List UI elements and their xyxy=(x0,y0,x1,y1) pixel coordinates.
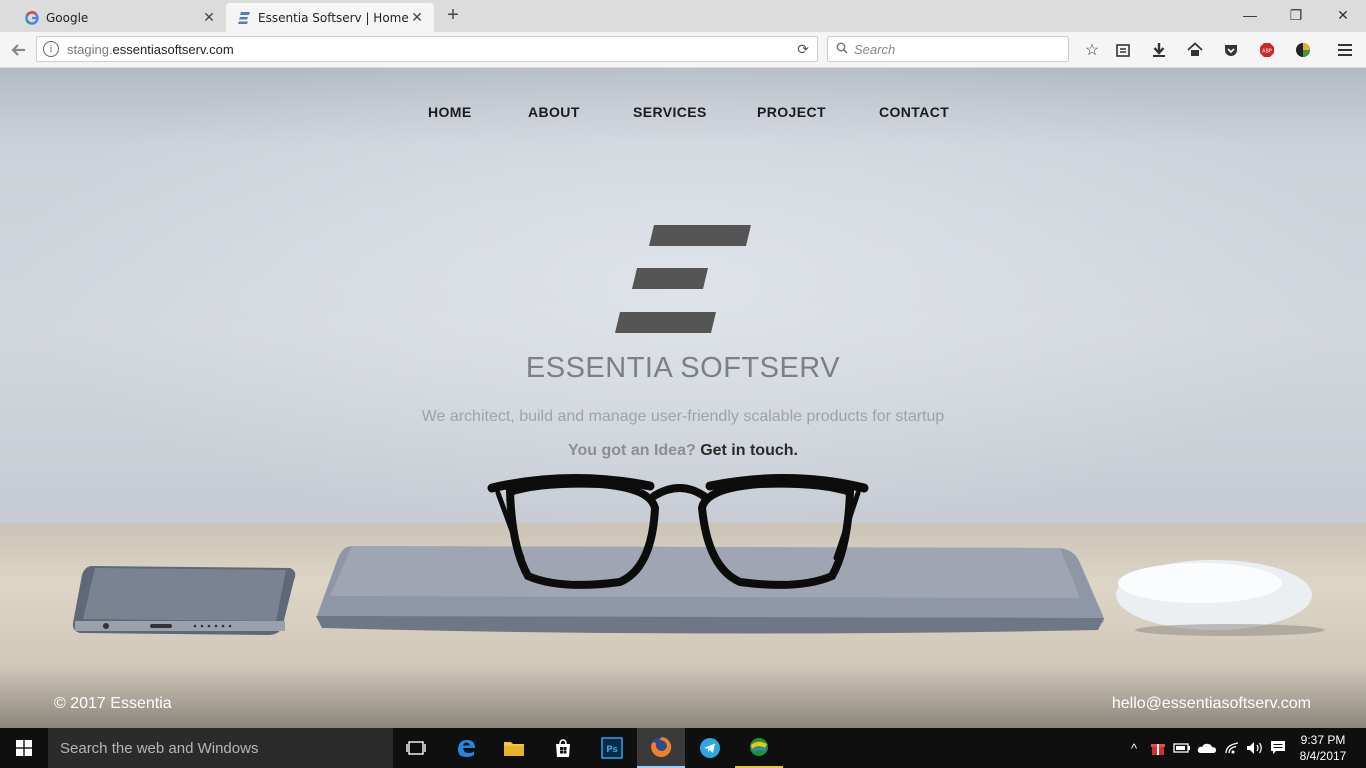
clock-time: 9:37 PM xyxy=(1300,733,1346,747)
task-view-icon[interactable] xyxy=(392,728,440,768)
telegram-icon[interactable] xyxy=(686,728,734,768)
back-arrow-icon[interactable] xyxy=(8,39,30,61)
new-tab-icon[interactable]: + xyxy=(444,5,462,25)
essentia-logo xyxy=(615,225,751,333)
mouse-image xyxy=(1116,560,1325,636)
svg-text:Ps: Ps xyxy=(606,745,618,755)
taskbar-search-input[interactable]: Search the web and Windows xyxy=(48,728,393,768)
cta-question: You got an Idea? xyxy=(568,442,696,459)
nav-toolbar: i staging. essentiasoftserv.com ⟳ Search … xyxy=(0,32,1366,68)
show-hidden-icons-icon[interactable]: ^ xyxy=(1124,728,1144,768)
onedrive-icon[interactable] xyxy=(1196,728,1218,768)
get-in-touch-link[interactable]: Get in touch. xyxy=(700,442,798,459)
email-link[interactable]: hello@essentiasoftserv.com xyxy=(1112,695,1311,713)
edge-browser-icon[interactable] xyxy=(442,728,490,768)
url-host: essentiasoftserv.com xyxy=(112,41,234,57)
info-icon[interactable]: i xyxy=(43,41,59,57)
search-placeholder: Search xyxy=(854,41,896,57)
restore-icon[interactable]: ❐ xyxy=(1284,6,1308,24)
battery-icon[interactable] xyxy=(1172,728,1192,768)
clock-date: 8/4/2017 xyxy=(1299,749,1347,763)
tagline: We architect, build and manage user-frie… xyxy=(421,408,945,425)
app-globe-icon[interactable] xyxy=(735,728,783,768)
firefox-icon[interactable] xyxy=(637,728,685,768)
close-tab-icon[interactable]: ✕ xyxy=(202,11,216,25)
browser-window: Google ✕ Essentia Softserv | Home ✕ + — … xyxy=(0,0,1366,68)
desk-photo-objects xyxy=(72,473,1325,636)
url-prefix: staging. xyxy=(67,41,113,57)
svg-text:ABP: ABP xyxy=(1262,49,1272,55)
reading-list-icon[interactable] xyxy=(1113,40,1133,60)
tab-essentia[interactable]: Essentia Softserv | Home ✕ xyxy=(226,3,434,32)
minimize-icon[interactable]: — xyxy=(1238,6,1262,24)
cta-line: You got an Idea? Get in touch. xyxy=(0,442,1366,460)
action-center-icon[interactable] xyxy=(1268,728,1288,768)
brand-title: ESSENTIA SOFTSERV xyxy=(525,352,841,384)
search-icon xyxy=(836,42,848,57)
nav-home[interactable]: HOME xyxy=(428,104,472,120)
search-input[interactable]: Search xyxy=(827,36,1069,62)
nav-contact[interactable]: CONTACT xyxy=(879,104,949,120)
tab-google[interactable]: Google ✕ xyxy=(14,3,226,32)
site-nav: HOME ABOUT SERVICES PROJECT CONTACT xyxy=(0,104,1366,124)
download-icon[interactable] xyxy=(1149,40,1169,60)
windows-logo-icon xyxy=(16,740,32,756)
reload-icon[interactable]: ⟳ xyxy=(797,41,809,58)
essentia-logo-icon xyxy=(236,10,252,26)
webpage-hero: HOME ABOUT SERVICES PROJECT CONTACT ESSE… xyxy=(0,68,1366,728)
photoshop-icon[interactable]: Ps xyxy=(588,728,636,768)
system-clock[interactable]: 9:37 PM 8/4/2017 xyxy=(1290,732,1356,764)
copyright-text: © 2017 Essentia xyxy=(54,695,172,712)
windows-taskbar: Search the web and Windows Ps ^ 9:37 PM … xyxy=(0,728,1366,768)
laptop-image xyxy=(316,546,1104,634)
nav-services[interactable]: SERVICES xyxy=(633,104,707,120)
tab-label: Essentia Softserv | Home xyxy=(258,10,409,25)
close-window-icon[interactable]: ✕ xyxy=(1331,6,1355,24)
nav-project[interactable]: PROJECT xyxy=(757,104,826,120)
wifi-icon[interactable] xyxy=(1222,728,1242,768)
volume-icon[interactable] xyxy=(1245,728,1265,768)
tab-label: Google xyxy=(46,10,89,25)
menu-hamburger-icon[interactable] xyxy=(1335,40,1355,60)
phone-image xyxy=(72,566,296,635)
bookmark-star-icon[interactable]: ☆ xyxy=(1082,40,1102,60)
close-tab-icon[interactable]: ✕ xyxy=(410,11,424,25)
extension-icon[interactable] xyxy=(1293,40,1313,60)
home-icon[interactable] xyxy=(1185,40,1205,60)
google-g-icon xyxy=(24,10,40,26)
pocket-icon[interactable] xyxy=(1221,40,1241,60)
gift-tray-icon[interactable] xyxy=(1148,728,1168,768)
file-explorer-icon[interactable] xyxy=(490,728,538,768)
store-icon[interactable] xyxy=(539,728,587,768)
start-button[interactable] xyxy=(0,728,48,768)
adblock-icon[interactable]: ABP xyxy=(1257,40,1277,60)
address-bar[interactable]: i staging. essentiasoftserv.com ⟳ xyxy=(36,36,818,62)
tab-strip: Google ✕ Essentia Softserv | Home ✕ + — … xyxy=(0,0,1366,32)
nav-about[interactable]: ABOUT xyxy=(528,104,580,120)
